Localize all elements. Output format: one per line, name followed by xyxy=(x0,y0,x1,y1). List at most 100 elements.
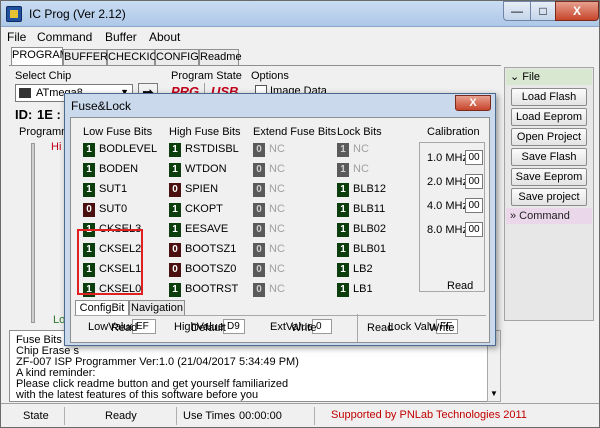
status-bar: State Ready Use Times 00:00:00 Supported… xyxy=(1,403,599,427)
lock-bit-toggle[interactable]: 1 xyxy=(337,163,349,177)
high-fuse-row: 0 SPIEN xyxy=(169,182,249,198)
lock-bit-row: 1 BLB01 xyxy=(337,242,417,258)
minimize-button[interactable]: — xyxy=(503,1,531,21)
ext-fuse-toggle[interactable]: 0 xyxy=(253,143,265,157)
cal-freq-label: 1.0 MHz xyxy=(427,152,468,164)
close-button[interactable]: X xyxy=(555,1,599,21)
save-flash-button[interactable]: Save Flash xyxy=(511,148,587,166)
ext-fuse-label: NC xyxy=(269,223,285,235)
ext-fuse-toggle[interactable]: 0 xyxy=(253,163,265,177)
high-fuse-label: BOOTRST xyxy=(185,283,239,295)
ext-fuse-toggle[interactable]: 0 xyxy=(253,243,265,257)
high-fuse-label: BOOTSZ0 xyxy=(185,263,237,275)
low-fuse-toggle[interactable]: 0 xyxy=(83,203,95,217)
lock-bit-toggle[interactable]: 1 xyxy=(337,203,349,217)
high-fuse-toggle[interactable]: 1 xyxy=(169,143,181,157)
ext-fuse-header: Extend Fuse Bits xyxy=(253,126,337,138)
tab-navigation[interactable]: Navigation xyxy=(129,300,185,316)
lock-bit-toggle[interactable]: 1 xyxy=(337,223,349,237)
high-fuse-toggle[interactable]: 1 xyxy=(169,163,181,177)
low-fuse-header: Low Fuse Bits xyxy=(83,126,153,138)
dialog-close-button[interactable]: X xyxy=(455,95,491,111)
status-use-times-value: 00:00:00 xyxy=(235,407,315,425)
menu-file[interactable]: File xyxy=(7,30,26,44)
maximize-button[interactable]: □ xyxy=(530,1,556,21)
tab-readme[interactable]: Readme xyxy=(199,49,242,66)
lock-bit-toggle[interactable]: 1 xyxy=(337,183,349,197)
low-fuse-toggle[interactable]: 1 xyxy=(83,143,95,157)
tab-buffer[interactable]: BUFFER xyxy=(63,49,108,66)
load-eeprom-button[interactable]: Load Eeprom xyxy=(511,108,587,126)
tab-program[interactable]: PROGRAM xyxy=(11,47,69,66)
lock-bit-toggle[interactable]: 1 xyxy=(337,243,349,257)
save-project-button[interactable]: Save project xyxy=(511,188,587,206)
cal-freq-label: 8.0 MHz xyxy=(427,224,468,236)
high-fuse-toggle[interactable]: 0 xyxy=(169,263,181,277)
low-fuse-label: BODEN xyxy=(99,163,139,175)
ext-fuse-toggle[interactable]: 0 xyxy=(253,263,265,277)
speed-slider[interactable] xyxy=(31,143,35,323)
high-fuse-toggle[interactable]: 0 xyxy=(169,183,181,197)
lock-bit-toggle[interactable]: 1 xyxy=(337,283,349,297)
low-fuse-row: 0 SUT0 xyxy=(83,202,163,218)
chip-icon xyxy=(19,88,31,98)
id-label: ID: xyxy=(15,107,33,122)
fuse-write-button[interactable]: Write xyxy=(291,322,316,334)
open-project-button[interactable]: Open Project xyxy=(511,128,587,146)
cal-value-input[interactable]: 00 xyxy=(465,198,483,213)
low-fuse-toggle[interactable]: 1 xyxy=(83,183,95,197)
low-fuse-row: 1 BODEN xyxy=(83,162,163,178)
lock-bit-label: NC xyxy=(353,163,369,175)
high-value-input[interactable]: D9 xyxy=(223,319,245,334)
cal-value-input[interactable]: 00 xyxy=(465,222,483,237)
save-eeprom-button[interactable]: Save Eeprom xyxy=(511,168,587,186)
menu-command[interactable]: Command xyxy=(37,30,92,44)
menu-bar: File Command Buffer About xyxy=(1,28,599,46)
ext-fuse-label: NC xyxy=(269,283,285,295)
high-fuse-toggle[interactable]: 1 xyxy=(169,283,181,297)
fuse-read-button[interactable]: Read xyxy=(111,322,137,334)
lock-bit-row: 1 BLB02 xyxy=(337,222,417,238)
cal-freq-label: 4.0 MHz xyxy=(427,200,468,212)
file-section-header[interactable]: ⌄ File xyxy=(506,69,592,85)
app-icon xyxy=(6,6,22,22)
dialog-content: Low Fuse Bits High Fuse Bits Extend Fuse… xyxy=(70,117,490,343)
tab-checkio[interactable]: CHECKIO xyxy=(107,49,158,66)
dialog-title: Fuse&Lock xyxy=(71,99,132,113)
menu-about[interactable]: About xyxy=(149,30,180,44)
load-flash-button[interactable]: Load Flash xyxy=(511,88,587,106)
status-supported-text: Supported by PNLab Technologies 2011 xyxy=(331,409,527,421)
high-fuse-toggle[interactable]: 1 xyxy=(169,223,181,237)
lock-bit-toggle[interactable]: 1 xyxy=(337,143,349,157)
ext-fuse-toggle[interactable]: 0 xyxy=(253,283,265,297)
command-section-header[interactable]: » Command xyxy=(506,208,592,224)
low-fuse-label: SUT0 xyxy=(99,203,128,215)
cal-value-input[interactable]: 00 xyxy=(465,174,483,189)
ext-fuse-toggle[interactable]: 0 xyxy=(253,223,265,237)
tab-configbit[interactable]: ConfigBit xyxy=(75,300,129,316)
high-fuse-label: BOOTSZ1 xyxy=(185,243,237,255)
lock-bit-row: 1 NC xyxy=(337,142,417,158)
lock-bit-toggle[interactable]: 1 xyxy=(337,263,349,277)
bottom-divider xyxy=(357,314,358,342)
high-fuse-toggle[interactable]: 0 xyxy=(169,243,181,257)
lock-bit-row: 1 NC xyxy=(337,162,417,178)
scroll-down-icon[interactable]: ▼ xyxy=(490,389,498,398)
ext-fuse-label: NC xyxy=(269,203,285,215)
cal-value-input[interactable]: 00 xyxy=(465,150,483,165)
ext-fuse-row: 0 NC xyxy=(253,242,333,258)
ext-fuse-toggle[interactable]: 0 xyxy=(253,183,265,197)
ext-fuse-toggle[interactable]: 0 xyxy=(253,203,265,217)
menu-buffer[interactable]: Buffer xyxy=(105,30,137,44)
high-fuse-toggle[interactable]: 1 xyxy=(169,203,181,217)
ext-fuse-label: NC xyxy=(269,243,285,255)
fuse-default-button[interactable]: Default xyxy=(191,322,226,334)
ext-fuse-label: NC xyxy=(269,263,285,275)
lock-write-button[interactable]: Write xyxy=(429,322,454,334)
cal-freq-label: 2.0 MHz xyxy=(427,176,468,188)
high-fuse-row: 1 BOOTRST xyxy=(169,282,249,298)
tab-config[interactable]: CONFIG xyxy=(155,49,199,66)
low-fuse-toggle[interactable]: 1 xyxy=(83,163,95,177)
cal-read-button[interactable]: Read xyxy=(447,280,473,292)
lock-read-button[interactable]: Read xyxy=(367,322,393,334)
